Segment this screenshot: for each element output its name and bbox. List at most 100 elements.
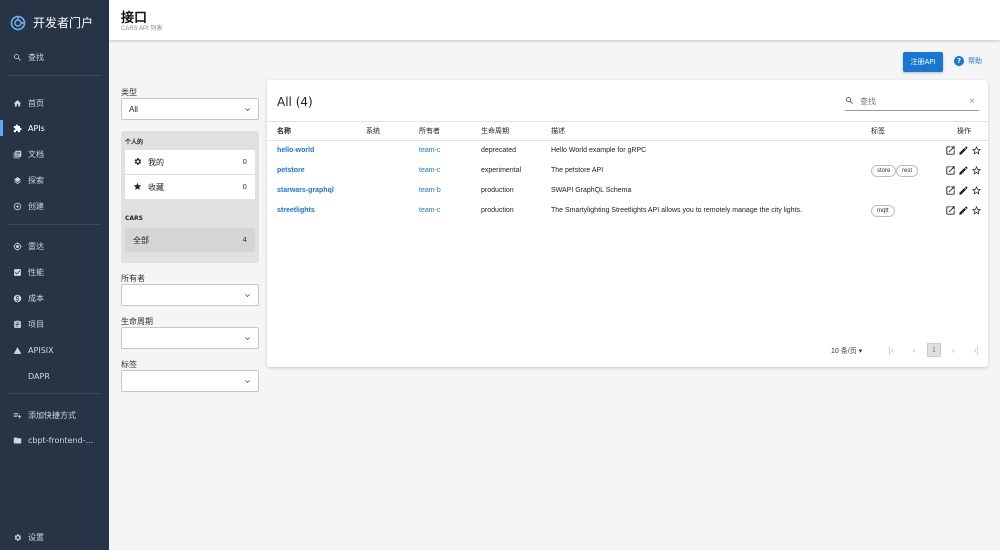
home-icon [13,99,22,108]
open-external-icon[interactable] [945,145,956,156]
add-circle-icon [13,202,22,211]
sidebar-item-explore[interactable]: 探索 [0,170,109,190]
owner-filter-label: 所有者 [121,274,145,283]
first-page-icon[interactable]: |‹ [884,343,898,357]
caret-down-icon: ▾ [858,348,863,355]
star-outline-icon[interactable] [971,165,982,176]
cost-icon [13,294,22,303]
sidebar-search-label: 查找 [28,52,44,62]
type-filter-label: 类型 [121,88,137,97]
chevron-down-icon [243,291,252,300]
owner-select[interactable] [121,284,259,306]
api-description: Hello World example for gRPC [551,147,647,154]
column-header-tags[interactable]: 标签 [871,126,885,136]
open-external-icon[interactable] [945,205,956,216]
chevron-down-icon [243,105,252,114]
chevron-down-icon [243,334,252,343]
search-icon [845,96,854,107]
sidebar-item-projects[interactable]: 项目 [0,314,109,334]
sidebar-item-label: 成本 [28,293,44,303]
open-external-icon[interactable] [945,165,956,176]
sidebar-item-label: 设置 [28,532,44,542]
next-page-icon[interactable]: › [946,343,960,357]
lifecycle-select[interactable] [121,327,259,349]
playlist-add-icon [13,411,22,420]
api-name-link[interactable]: starwars-graphql [277,187,334,194]
gear-icon [133,157,142,168]
rows-per-page-value: 10 条/页 [831,348,857,355]
edit-icon[interactable] [958,185,969,196]
tags-select[interactable] [121,370,259,392]
table-search[interactable]: × [845,93,979,111]
column-header-name[interactable]: 名称 [277,126,291,136]
column-header-lifecycle[interactable]: 生命周期 [481,126,509,136]
star-outline-icon[interactable] [971,145,982,156]
api-owner-link[interactable]: team-c [419,167,440,174]
open-external-icon[interactable] [945,185,956,196]
sidebar-item-apisix[interactable]: APISIX [0,340,109,360]
star-outline-icon[interactable] [971,205,982,216]
filter-all-label: 全部 [133,235,149,245]
filter-starred-label: 收藏 [148,182,164,192]
filter-all-count: 4 [242,236,247,244]
sidebar-item-shortcut[interactable]: cbpt-frontend-... [0,430,109,450]
column-header-system[interactable]: 系统 [366,126,380,136]
register-api-button[interactable]: 注册API [903,52,943,72]
api-name-link[interactable]: hello-world [277,147,314,154]
page-header: 接口 CARS API 列表 [109,0,1000,40]
current-page[interactable]: 1 [927,343,941,357]
sidebar-item-home[interactable]: 首页 [0,93,109,113]
tag-chip: mqtt [871,205,895,217]
sidebar-divider [8,393,101,394]
table-row: streetlights team-c production The Smart… [267,201,988,221]
sidebar-item-create[interactable]: 创建 [0,196,109,216]
star-icon [133,182,142,193]
sidebar-item-label: APISIX [28,345,54,355]
api-owner-link[interactable]: team-c [419,147,440,154]
api-owner-link[interactable]: team-c [419,207,440,214]
sidebar-item-docs[interactable]: 文档 [0,144,109,164]
sidebar-search[interactable]: 查找 [0,47,109,67]
type-select[interactable]: All [121,98,259,120]
star-outline-icon[interactable] [971,185,982,196]
score-icon [13,268,22,277]
brand-logo-icon [10,15,26,30]
table-row: petstore team-c experimental The petstor… [267,161,988,181]
sidebar-item-cost[interactable]: 成本 [0,288,109,308]
api-name-link[interactable]: petstore [277,167,305,174]
api-lifecycle: experimental [481,167,522,174]
column-header-description[interactable]: 描述 [551,126,565,136]
tag-chip: store [871,165,897,177]
sidebar-item-label: 项目 [28,319,44,329]
filter-all[interactable]: 全部 4 [125,228,255,252]
sidebar-item-label: DAPR [28,371,50,381]
clear-icon[interactable]: × [969,96,975,107]
brand-title: 开发者门户 [33,16,94,30]
gear-icon [13,533,22,542]
brand[interactable]: 开发者门户 [10,14,93,31]
table-search-input[interactable] [860,97,960,106]
help-link[interactable]: ? 帮助 [954,56,982,66]
filter-owned-count: 0 [242,158,247,166]
search-icon [13,53,22,62]
sidebar-item-dapr[interactable]: DAPR [0,366,109,386]
edit-icon[interactable] [958,205,969,216]
radar-icon [13,241,22,251]
sidebar-item-performance[interactable]: 性能 [0,262,109,282]
filter-starred[interactable]: 收藏 0 [125,175,255,199]
rows-per-page-select[interactable]: 10 条/页 ▾ [831,346,862,356]
sidebar: 开发者门户 查找 首页 APIs 文档 探索 创建 雷达 性能 成本 项目 AP… [0,0,109,550]
api-owner-link[interactable]: team-b [419,187,441,194]
edit-icon[interactable] [958,145,969,156]
sidebar-item-radar[interactable]: 雷达 [0,236,109,256]
column-header-owner[interactable]: 所有者 [419,126,440,136]
sidebar-item-settings[interactable]: 设置 [0,527,109,547]
sidebar-item-add-shortcut[interactable]: 添加快捷方式 [0,405,109,425]
sidebar-item-apis[interactable]: APIs [0,118,109,138]
help-icon: ? [954,56,964,66]
api-name-link[interactable]: streetlights [277,207,315,214]
last-page-icon[interactable]: ›| [969,343,983,357]
filter-owned[interactable]: 我的 0 [125,150,255,174]
prev-page-icon[interactable]: ‹ [907,343,921,357]
edit-icon[interactable] [958,165,969,176]
